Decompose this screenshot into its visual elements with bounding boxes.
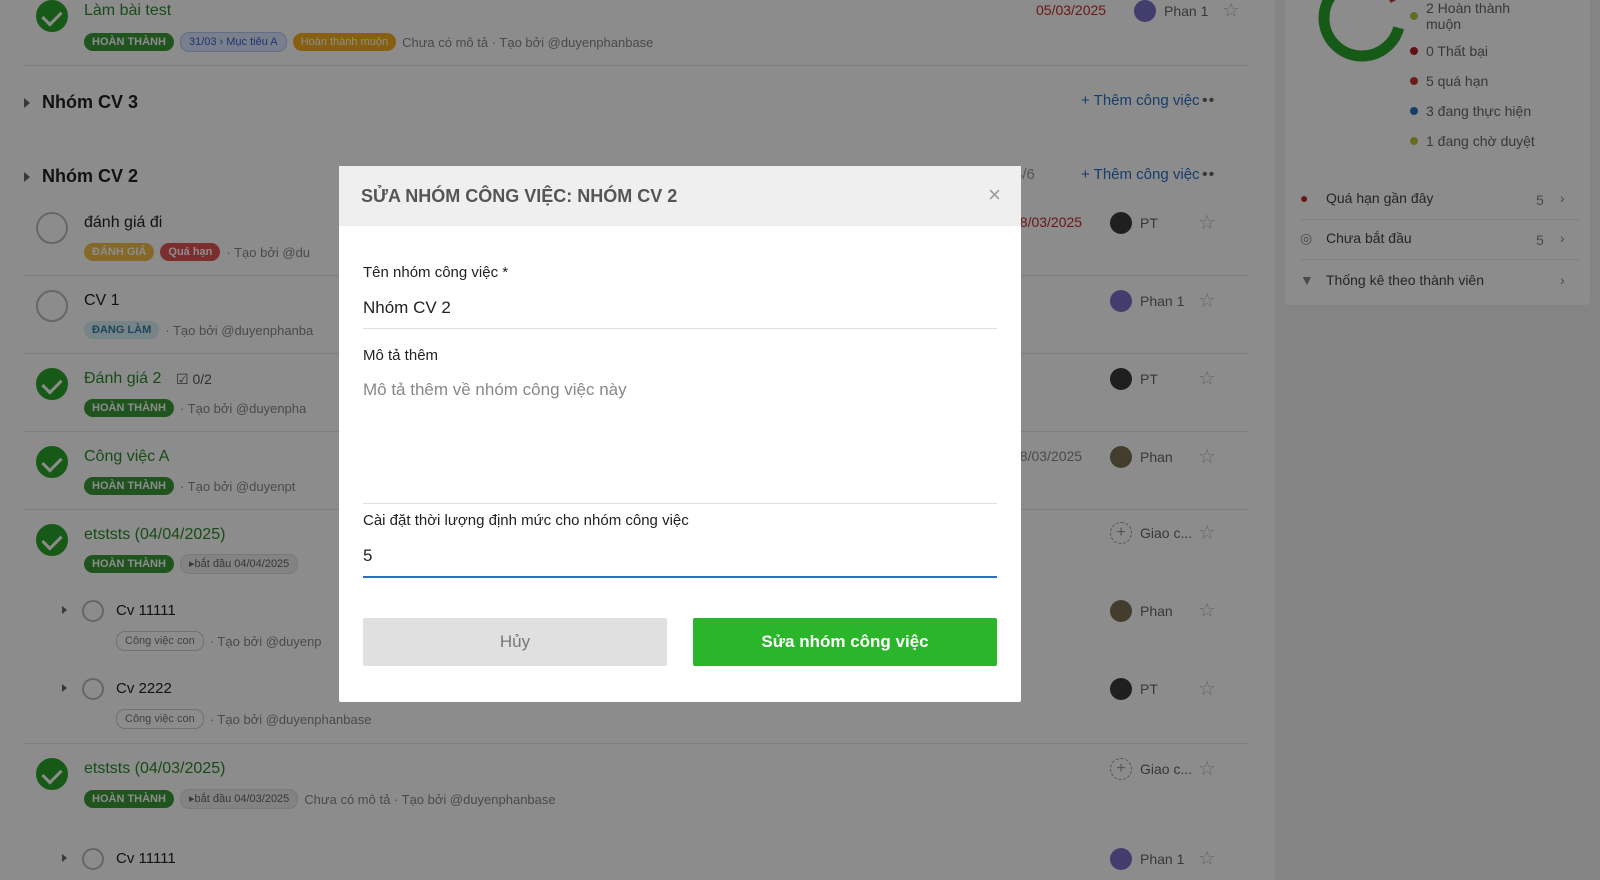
save-group-button[interactable]: Sửa nhóm công việc — [693, 618, 997, 666]
group-name-label: Tên nhóm công việc * — [363, 264, 509, 281]
duration-input[interactable] — [363, 546, 997, 578]
duration-label: Cài đặt thời lượng định mức cho nhóm côn… — [363, 512, 689, 529]
modal-header: SỬA NHÓM CÔNG VIỆC: NHÓM CV 2 × — [339, 166, 1021, 226]
description-textarea[interactable] — [363, 380, 997, 504]
modal-title: SỬA NHÓM CÔNG VIỆC: NHÓM CV 2 — [361, 186, 678, 206]
edit-group-modal: SỬA NHÓM CÔNG VIỆC: NHÓM CV 2 × Tên nhóm… — [339, 166, 1021, 702]
cancel-button[interactable]: Hủy — [363, 618, 667, 666]
close-icon[interactable]: × — [988, 182, 1001, 208]
group-name-input[interactable] — [363, 298, 997, 329]
description-label: Mô tả thêm — [363, 347, 439, 364]
